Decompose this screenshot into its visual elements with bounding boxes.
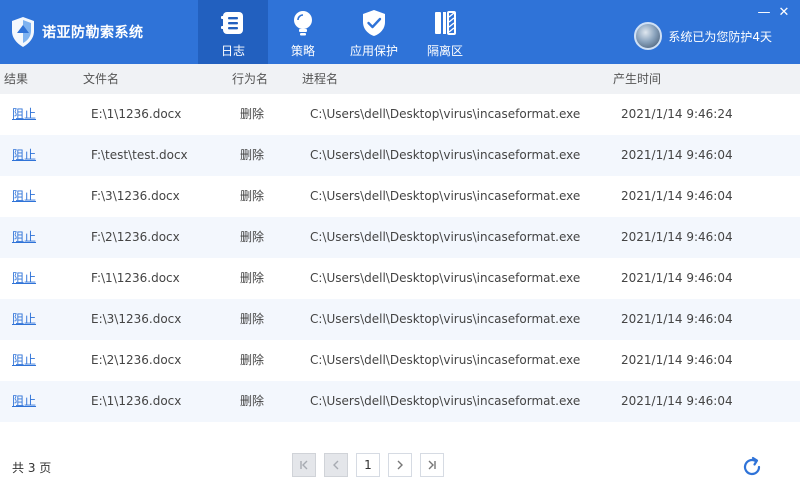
tab-app-protection[interactable]: 应用保护: [338, 0, 410, 64]
process-name: C:\Users\dell\Desktop\virus\incaseformat…: [310, 189, 581, 203]
action-name: 删除: [240, 394, 265, 408]
event-time: 2021/1/14 9:46:04: [621, 148, 733, 162]
file-name: E:\3\1236.docx: [91, 312, 182, 326]
event-time: 2021/1/14 9:46:04: [621, 312, 733, 326]
file-name: E:\1\1236.docx: [91, 394, 182, 408]
prev-page-button[interactable]: [324, 453, 348, 477]
app-title: 诺亚防勒索系统: [42, 25, 144, 41]
header-action: 行为名: [232, 72, 269, 86]
table-row: 阻止 F:\3\1236.docx 删除 C:\Users\dell\Deskt…: [0, 176, 800, 217]
quarantine-icon: [435, 11, 456, 35]
process-name: C:\Users\dell\Desktop\virus\incaseformat…: [310, 353, 581, 367]
header-file: 文件名: [83, 72, 120, 86]
action-name: 删除: [240, 312, 265, 326]
log-table: 阻止 E:\1\1236.docx 删除 C:\Users\dell\Deskt…: [0, 94, 800, 422]
process-name: C:\Users\dell\Desktop\virus\incaseformat…: [310, 230, 581, 244]
process-name: C:\Users\dell\Desktop\virus\incaseformat…: [310, 271, 581, 285]
tab-quarantine-label: 隔离区: [426, 44, 463, 58]
result-link[interactable]: 阻止: [12, 340, 36, 381]
file-name: F:\2\1236.docx: [91, 230, 180, 244]
page-count: 共 3 页: [12, 461, 52, 475]
process-name: C:\Users\dell\Desktop\virus\incaseformat…: [310, 148, 581, 162]
refresh-icon[interactable]: [740, 455, 764, 479]
table-row: 阻止 F:\test\test.docx 删除 C:\Users\dell\De…: [0, 135, 800, 176]
table-header: 结果 文件名 行为名 进程名 产生时间: [0, 64, 800, 94]
tab-log-label: 日志: [220, 44, 245, 58]
footer: 共 3 页 1: [0, 440, 800, 486]
brand: 诺亚防勒索系统: [10, 14, 144, 50]
chevron-right-icon: [397, 460, 403, 470]
header-result: 结果: [4, 72, 29, 86]
tab-policy-label: 策略: [290, 44, 315, 58]
tab-policy[interactable]: 策略: [268, 0, 338, 64]
event-time: 2021/1/14 9:46:04: [621, 353, 733, 367]
first-page-icon: [300, 460, 308, 470]
pagination: 1: [292, 453, 452, 477]
protection-status: 系统已为您防护4天: [634, 22, 772, 50]
shield-logo-icon: [12, 17, 34, 47]
action-name: 删除: [240, 107, 265, 121]
event-time: 2021/1/14 9:46:24: [621, 107, 733, 121]
next-page-button[interactable]: [388, 453, 412, 477]
minimize-button[interactable]: —: [756, 4, 772, 22]
file-name: F:\3\1236.docx: [91, 189, 180, 203]
result-link[interactable]: 阻止: [12, 258, 36, 299]
event-time: 2021/1/14 9:46:04: [621, 189, 733, 203]
action-name: 删除: [240, 189, 265, 203]
action-name: 删除: [240, 353, 265, 367]
result-link[interactable]: 阻止: [12, 217, 36, 258]
table-row: 阻止 E:\3\1236.docx 删除 C:\Users\dell\Deskt…: [0, 299, 800, 340]
process-name: C:\Users\dell\Desktop\virus\incaseformat…: [310, 312, 581, 326]
action-name: 删除: [240, 230, 265, 244]
table-row: 阻止 F:\1\1236.docx 删除 C:\Users\dell\Deskt…: [0, 258, 800, 299]
close-button[interactable]: ✕: [776, 4, 792, 22]
chevron-left-icon: [333, 460, 339, 470]
log-icon: [221, 12, 243, 34]
action-name: 删除: [240, 271, 265, 285]
event-time: 2021/1/14 9:46:04: [621, 394, 733, 408]
table-row: 阻止 E:\1\1236.docx 删除 C:\Users\dell\Deskt…: [0, 94, 800, 135]
result-link[interactable]: 阻止: [12, 176, 36, 217]
tab-log[interactable]: 日志: [198, 0, 268, 64]
table-row: 阻止 E:\2\1236.docx 删除 C:\Users\dell\Deskt…: [0, 340, 800, 381]
tab-app-protection-label: 应用保护: [349, 44, 398, 58]
action-name: 删除: [240, 148, 265, 162]
main-nav: 日志 策略 应用保护 隔离区: [198, 0, 480, 64]
last-page-button[interactable]: [420, 453, 444, 477]
result-link[interactable]: 阻止: [12, 299, 36, 340]
table-row: 阻止 E:\1\1236.docx 删除 C:\Users\dell\Deskt…: [0, 381, 800, 422]
first-page-button[interactable]: [292, 453, 316, 477]
file-name: F:\test\test.docx: [91, 148, 188, 162]
avatar: [634, 22, 663, 50]
header-process: 进程名: [302, 72, 339, 86]
file-name: F:\1\1236.docx: [91, 271, 180, 285]
header-time: 产生时间: [613, 72, 662, 86]
result-link[interactable]: 阻止: [12, 135, 36, 176]
event-time: 2021/1/14 9:46:04: [621, 271, 733, 285]
process-name: C:\Users\dell\Desktop\virus\incaseformat…: [310, 107, 581, 121]
last-page-icon: [428, 460, 436, 470]
protection-days-text: 系统已为您防护4天: [668, 29, 772, 44]
process-name: C:\Users\dell\Desktop\virus\incaseformat…: [310, 394, 581, 408]
result-link[interactable]: 阻止: [12, 94, 36, 135]
page-number-button[interactable]: 1: [356, 453, 380, 477]
shield-check-icon: [363, 10, 385, 36]
file-name: E:\2\1236.docx: [91, 353, 182, 367]
result-link[interactable]: 阻止: [12, 381, 36, 422]
event-time: 2021/1/14 9:46:04: [621, 230, 733, 244]
bulb-icon: [294, 11, 312, 36]
tab-quarantine[interactable]: 隔离区: [410, 0, 480, 64]
table-row: 阻止 F:\2\1236.docx 删除 C:\Users\dell\Deskt…: [0, 217, 800, 258]
file-name: E:\1\1236.docx: [91, 107, 182, 121]
title-bar: 诺亚防勒索系统 日志 策略 应用保护 隔离区 — ✕ 系统已为您防护4天: [0, 0, 800, 64]
